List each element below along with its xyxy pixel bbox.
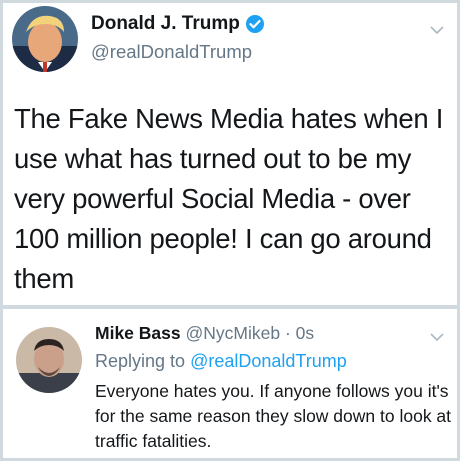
reply-separator: · bbox=[280, 323, 296, 343]
verified-badge-icon bbox=[245, 14, 265, 34]
reply-header: Mike Bass @NycMikeb · 0s bbox=[95, 323, 314, 344]
chevron-down-icon[interactable] bbox=[429, 23, 445, 35]
reply-author-name[interactable]: Mike Bass bbox=[95, 323, 181, 343]
author-name[interactable]: Donald J. Trump bbox=[91, 13, 240, 35]
replying-to-label: Replying to bbox=[95, 351, 186, 371]
replying-to-line: Replying to @realDonaldTrump bbox=[95, 351, 347, 372]
replying-to-mention[interactable]: @realDonaldTrump bbox=[190, 351, 347, 371]
reply-text: Everyone hates you. If anyone follows yo… bbox=[95, 381, 452, 451]
tweet-text: The Fake News Media hates when I use wha… bbox=[14, 103, 444, 294]
reply-tweet-card: Mike Bass @NycMikeb · 0s Replying to @re… bbox=[3, 309, 457, 458]
author-handle[interactable]: @realDonaldTrump bbox=[91, 41, 252, 63]
author-avatar[interactable] bbox=[12, 6, 78, 72]
reply-author-avatar[interactable] bbox=[16, 327, 82, 393]
author-name-row: Donald J. Trump bbox=[91, 13, 265, 35]
reply-chevron-down-icon[interactable] bbox=[429, 330, 445, 342]
main-tweet-card: Donald J. Trump @realDonaldTrump The Fak… bbox=[3, 3, 457, 305]
reply-timestamp[interactable]: 0s bbox=[296, 323, 314, 343]
reply-author-handle[interactable]: @NycMikeb bbox=[185, 323, 280, 343]
